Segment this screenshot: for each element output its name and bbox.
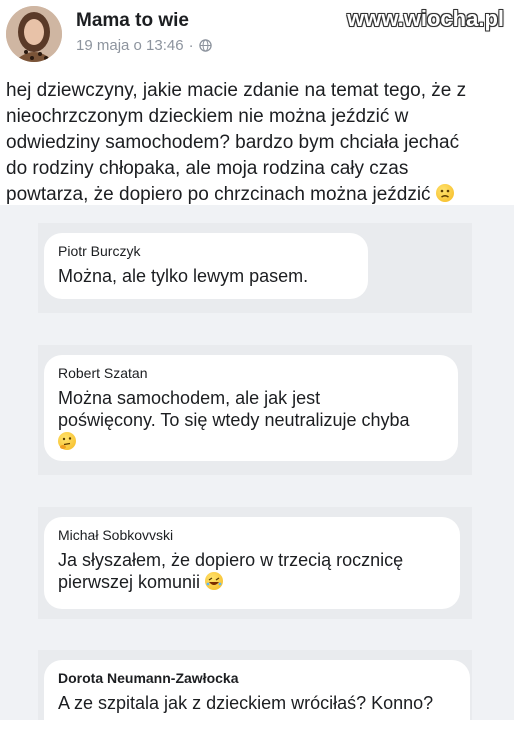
- rolling-laughing-emoji: [205, 572, 224, 590]
- comment-author[interactable]: Michał Sobkovvski: [58, 527, 446, 543]
- post-author[interactable]: Mama to wie: [76, 10, 189, 32]
- comment-text: Ja słyszałem, że dopiero w trzecią roczn…: [58, 549, 446, 593]
- post-header: Mama to wie 19 maja o 13:46 · www.wiocha…: [0, 0, 514, 70]
- post-line: nieochrzczonym dzieckiem nie można jeźdz…: [6, 106, 409, 127]
- comments-section: Piotr Burczyk Można, ale tylko lewym pas…: [0, 205, 514, 730]
- meta-separator: ·: [188, 37, 194, 54]
- comment-line: pierwszej komunii: [58, 572, 201, 592]
- confused-face-emoji: [435, 184, 454, 202]
- post-line: do rodziny chłopaka, ale moja rodzina ca…: [6, 158, 409, 179]
- post-body: hej dziewczyny, jakie macie zdanie na te…: [6, 78, 508, 208]
- comment-line: A ze szpitala jak z dzieckiem wróciłaś? …: [58, 693, 434, 713]
- comment-line: Można, ale tylko lewym pasem.: [58, 266, 309, 286]
- author-avatar[interactable]: [6, 6, 62, 62]
- watermark: www.wiocha.pl: [347, 6, 504, 31]
- comment-text: Można samochodem, ale jak jest poświęcon…: [58, 387, 444, 453]
- post-line: hej dziewczyny, jakie macie zdanie na te…: [6, 80, 467, 101]
- comment-line: Można samochodem, ale jak jest: [58, 388, 321, 408]
- thinking-face-emoji: [58, 432, 76, 450]
- comment-line: Ja słyszałem, że dopiero w trzecią roczn…: [58, 550, 404, 570]
- post-line: powtarza, że dopiero po chrzcinach można…: [6, 184, 431, 205]
- comment-author[interactable]: Robert Szatan: [58, 365, 444, 381]
- comment-text: Można, ale tylko lewym pasem.: [58, 265, 354, 287]
- comment-bubble[interactable]: Piotr Burczyk Można, ale tylko lewym pas…: [44, 233, 368, 299]
- globe-icon[interactable]: [198, 39, 212, 52]
- post-line: odwiedziny samochodem? bardzo bym chciał…: [6, 132, 460, 153]
- comment-author[interactable]: Piotr Burczyk: [58, 243, 354, 259]
- comment-text: A ze szpitala jak z dzieckiem wróciłaś? …: [58, 692, 456, 714]
- post-meta: 19 maja o 13:46 ·: [76, 37, 212, 54]
- comment-author[interactable]: Dorota Neumann-Zawłocka: [58, 670, 456, 686]
- comment-line: poświęcony. To się wtedy neutralizuje ch…: [58, 410, 410, 430]
- post-date[interactable]: 19 maja o 13:46: [76, 37, 184, 54]
- comment-bubble[interactable]: Robert Szatan Można samochodem, ale jak …: [44, 355, 458, 461]
- comment-bubble[interactable]: Michał Sobkovvski Ja słyszałem, że dopie…: [44, 517, 460, 609]
- avatar-photo: [6, 6, 62, 62]
